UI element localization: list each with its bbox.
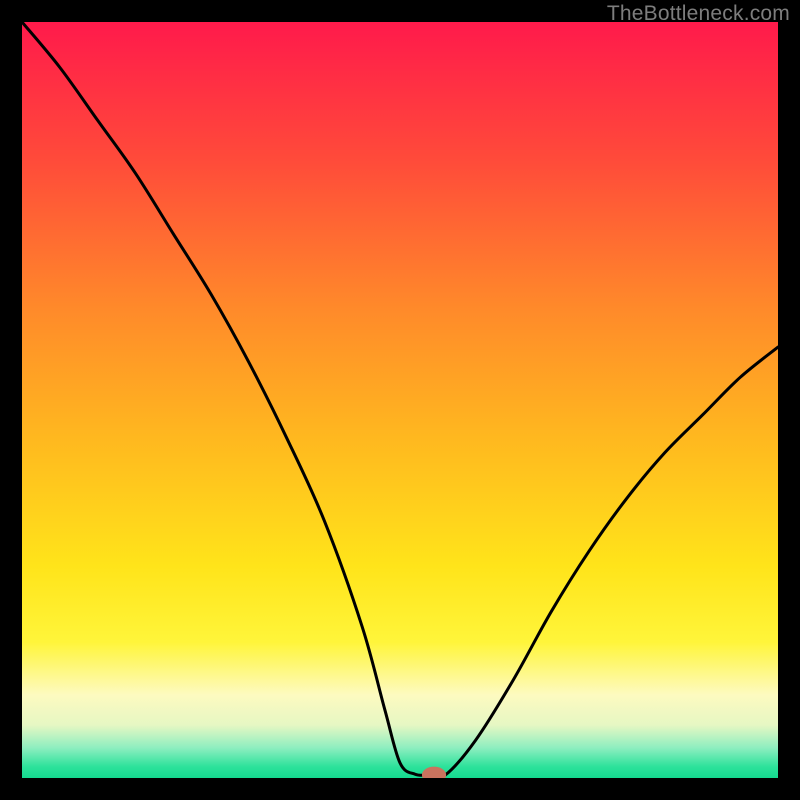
attribution-text: TheBottleneck.com — [607, 2, 790, 26]
chart-frame: TheBottleneck.com — [0, 0, 800, 800]
plot-area — [22, 22, 778, 778]
gradient-background — [22, 22, 778, 778]
chart-svg — [22, 22, 778, 778]
